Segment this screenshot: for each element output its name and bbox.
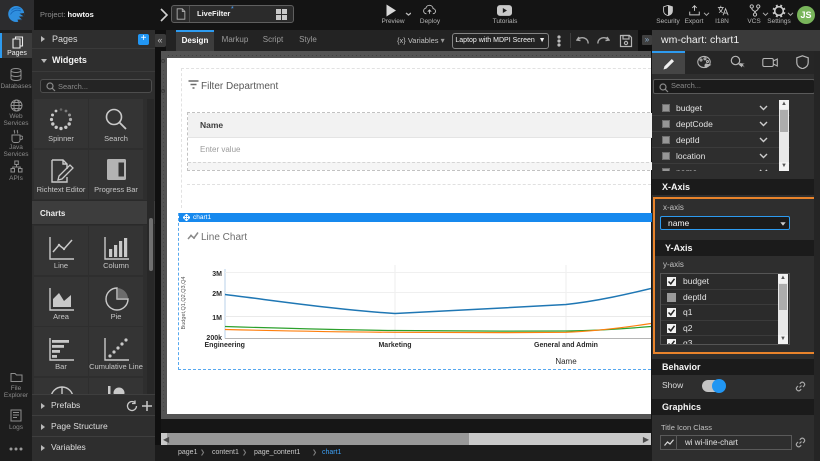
- svg-text:General and Admin: General and Admin: [534, 342, 598, 349]
- svg-text:2M: 2M: [212, 291, 222, 298]
- svg-text:1M: 1M: [212, 315, 222, 322]
- svg-text:200k: 200k: [206, 335, 222, 342]
- svg-text:Budget,Q1,Q2,Q3,Q4: Budget,Q1,Q2,Q3,Q4: [181, 277, 187, 330]
- svg-text:3M: 3M: [212, 271, 222, 278]
- svg-text:Engineering: Engineering: [205, 342, 245, 349]
- svg-text:Marketing: Marketing: [378, 342, 411, 349]
- svg-text:Name: Name: [555, 357, 577, 366]
